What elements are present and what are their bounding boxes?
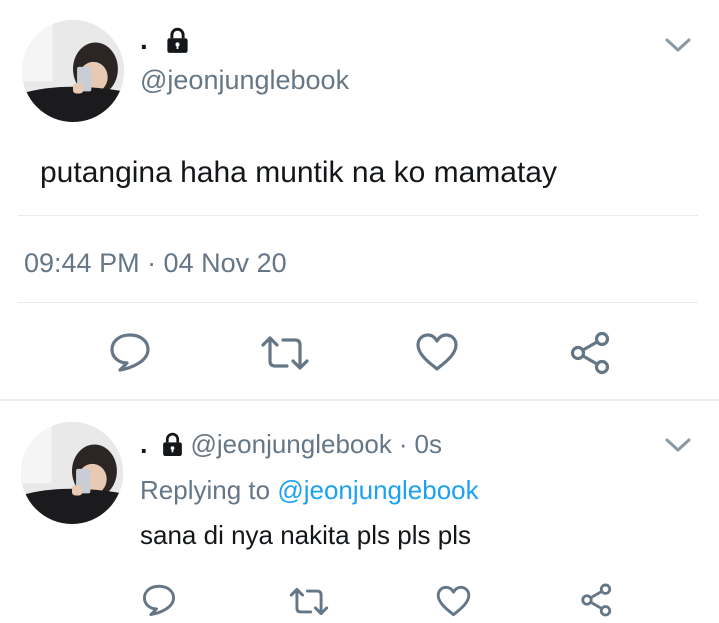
display-name: . [140, 24, 148, 55]
tweet-text: putangina haha muntik na ko mamatay [40, 156, 557, 189]
lock-icon [164, 27, 191, 54]
reply-header: . @jeonjunglebook · 0s [140, 427, 442, 461]
like-icon[interactable] [414, 331, 460, 373]
reply-icon[interactable] [108, 331, 152, 373]
divider [18, 215, 698, 216]
tweet-text: sana di nya nakita pls pls pls [140, 520, 471, 550]
replying-to-handle[interactable]: @jeonjunglebook [277, 475, 478, 505]
share-icon[interactable] [580, 583, 614, 617]
handle[interactable]: @jeonjunglebook [140, 63, 349, 97]
like-icon[interactable] [435, 584, 472, 618]
divider [18, 302, 698, 303]
replying-to-label: Replying to [140, 475, 271, 505]
chevron-down-icon[interactable] [664, 36, 692, 54]
tweet-time: 0s [414, 428, 442, 459]
timestamp: 09:44 PM · 04 Nov 20 [24, 248, 287, 278]
retweet-icon[interactable] [288, 587, 330, 616]
handle[interactable]: @jeonjunglebook [191, 429, 392, 460]
avatar[interactable] [21, 422, 123, 524]
time-separator: · [398, 428, 408, 459]
chevron-down-icon[interactable] [664, 436, 692, 454]
reply-icon[interactable] [141, 583, 177, 617]
retweet-icon[interactable] [259, 335, 311, 371]
section-divider [0, 399, 719, 401]
avatar[interactable] [22, 20, 124, 122]
replying-to: Replying to @jeonjunglebook [140, 473, 479, 507]
share-icon[interactable] [569, 331, 613, 375]
display-name: . [140, 429, 148, 459]
lock-icon [160, 432, 185, 457]
